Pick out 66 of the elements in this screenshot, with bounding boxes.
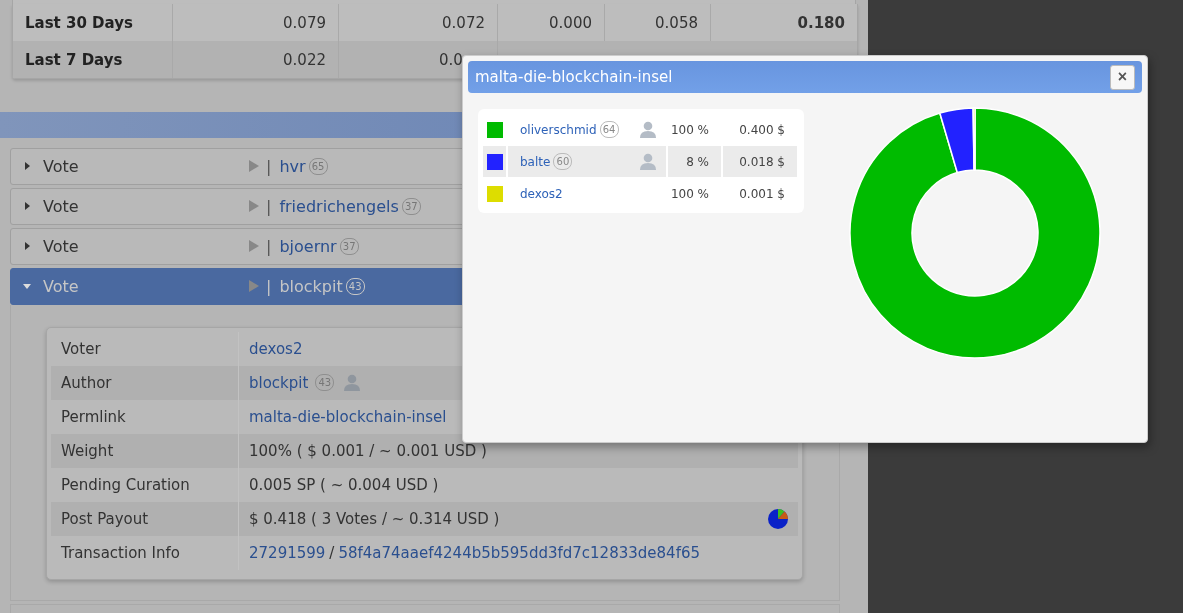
vote-label: Vote (43, 276, 80, 296)
amount-cell: 0.001 $ (723, 178, 799, 209)
transaction-link[interactable]: 58f4a74aaef4244b5b595dd3fd7c12833de84f65 (338, 543, 700, 562)
table-cell: 0.072 (442, 13, 485, 32)
reputation-badge: 43 (315, 374, 335, 392)
voter-link[interactable]: bjoernr (279, 236, 337, 256)
voter-link[interactable]: blockpit (279, 276, 343, 296)
user-icon[interactable] (344, 374, 361, 392)
separator: | (266, 276, 272, 296)
detail-value: 0.005 SP ( ~ 0.004 USD ) (249, 475, 439, 494)
separator: | (266, 236, 272, 256)
detail-label: Pending Curation (60, 474, 191, 496)
percent-cell: 8 % (668, 146, 723, 177)
vote-label: Vote (43, 156, 80, 176)
detail-link[interactable]: dexos2 (249, 339, 303, 358)
detail-link[interactable]: malta-die-blockchain-insel (249, 407, 447, 426)
block-link[interactable]: 27291599 (249, 543, 326, 562)
reputation-badge: 37 (401, 197, 421, 215)
table-cell: 0.022 (283, 50, 326, 69)
voter-link[interactable]: hvr (279, 156, 306, 176)
modal-title: malta-die-blockchain-insel (475, 68, 673, 86)
table-cell: 0.0 (439, 50, 463, 69)
row-label: Last 7 Days (13, 41, 173, 79)
vote-label: Vote (43, 236, 80, 256)
vote-label: Vote (43, 196, 80, 216)
separator: / (329, 543, 335, 562)
detail-label: Voter (60, 338, 102, 360)
legend-row[interactable]: balte 60 8 % 0.018 $ (483, 146, 799, 177)
detail-value: 100% ( $ 0.001 / ~ 0.001 USD ) (249, 441, 487, 460)
detail-label: Permlink (60, 406, 127, 428)
detail-label: Transaction Info (60, 542, 181, 564)
author-link[interactable]: blockpit (249, 373, 309, 392)
close-button[interactable]: × (1110, 64, 1135, 90)
reputation-badge: 37 (339, 237, 359, 255)
reputation-badge: 64 (599, 121, 619, 138)
play-icon[interactable] (249, 240, 259, 253)
reputation-badge: 60 (553, 153, 573, 170)
amount-cell: 0.018 $ (723, 146, 799, 177)
play-icon[interactable] (249, 280, 259, 293)
play-icon[interactable] (249, 200, 259, 213)
table-cell: 0.058 (655, 13, 698, 32)
table-cell: 0.000 (549, 13, 592, 32)
detail-label: Author (60, 372, 113, 394)
voter-link[interactable]: dexos2 (520, 186, 563, 201)
caret-right-icon (24, 202, 30, 211)
reputation-badge: 43 (345, 277, 365, 295)
legend-row[interactable]: dexos2 100 % 0.001 $ (483, 178, 799, 209)
play-icon[interactable] (249, 160, 259, 173)
caret-right-icon (24, 162, 30, 171)
caret-right-icon (24, 242, 30, 251)
separator: | (266, 156, 272, 176)
voter-link[interactable]: balte (520, 154, 551, 169)
percent-cell: 100 % (668, 178, 723, 209)
detail-label: Weight (60, 440, 115, 462)
voter-link[interactable]: friedrichengels (279, 196, 399, 216)
pie-chart-icon[interactable] (768, 508, 788, 529)
detail-label: Post Payout (60, 508, 150, 530)
user-icon[interactable] (640, 153, 656, 170)
voter-link[interactable]: oliverschmid (520, 122, 597, 137)
caret-down-icon (23, 283, 31, 289)
detail-value: $ 0.418 ( 3 Votes / ~ 0.314 USD ) (249, 509, 500, 528)
reputation-badge: 65 (308, 157, 328, 175)
table-cell: 0.180 (797, 13, 845, 32)
user-icon[interactable] (640, 121, 656, 138)
table-cell: 0.079 (283, 13, 326, 32)
separator: | (266, 196, 272, 216)
